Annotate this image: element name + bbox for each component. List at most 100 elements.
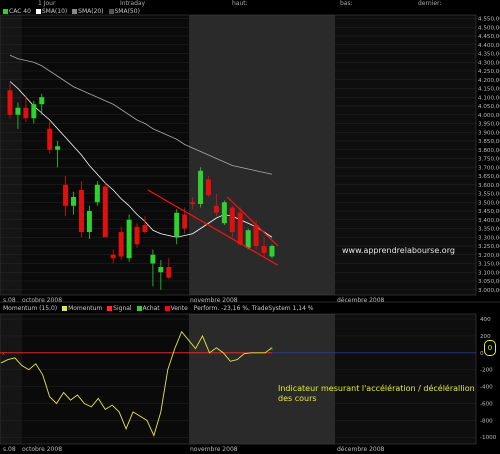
- price-tick-label: 3.650,00: [478, 174, 500, 180]
- candle-body: [78, 190, 84, 232]
- candle-body: [71, 197, 77, 206]
- price-tick-label: 3.050,00: [478, 279, 500, 285]
- price-tick-label: 3.000,00: [478, 288, 500, 294]
- xlabel-octobre-bottom: octobre 2008: [22, 446, 63, 453]
- candle-body: [213, 205, 219, 213]
- candle-body: [23, 107, 29, 119]
- price-tick-label: 3.350,00: [478, 227, 500, 233]
- candle-body: [86, 211, 92, 232]
- candle-body: [229, 207, 235, 232]
- momentum-tick-label: -200: [480, 368, 493, 374]
- xlabel-novembre-bottom: novembre 2008: [190, 446, 238, 453]
- price-tick-label: 4.200,00: [478, 78, 500, 84]
- region-octobre: [22, 15, 189, 295]
- candle-body: [261, 246, 267, 253]
- price-tick-label: 4.550,00: [478, 17, 500, 23]
- price-tick-label: 4.250,00: [478, 69, 500, 75]
- candle-body: [174, 212, 180, 238]
- legend-swatch-cac: [3, 9, 8, 14]
- legend-momentum: Momentum: [68, 305, 103, 312]
- momentum-end-mark: x: [270, 346, 273, 352]
- momentum-legend: Momentum (15,0) Momentum Signal Achat Ve…: [3, 305, 314, 313]
- candle-body: [269, 246, 275, 257]
- xlabel-s08-bottom: s.08: [3, 446, 16, 453]
- candle-body: [237, 212, 243, 245]
- candle-body: [55, 146, 61, 150]
- price-tick-label: 4.400,00: [478, 43, 500, 49]
- annotation-line-2: des cours: [278, 394, 317, 403]
- watermark: www.apprendrelabourse.org: [342, 246, 455, 255]
- xlabel-s08-top: s.08: [3, 297, 16, 304]
- price-tick-label: 3.200,00: [478, 253, 500, 259]
- price-tick-label: 4.450,00: [478, 34, 500, 40]
- legend-swatch-signal: [107, 306, 113, 311]
- price-tick-label: 4.100,00: [478, 95, 500, 101]
- candle-body: [150, 254, 156, 264]
- price-tick-label: 3.400,00: [478, 218, 500, 224]
- xlabel-decembre-bottom: décembre 2008: [337, 446, 385, 453]
- region-novembre: [189, 314, 335, 444]
- legend-achat: Achat: [142, 305, 160, 312]
- signal-start-mark: x: [2, 351, 5, 357]
- legend-sma20: SMA(20): [78, 8, 104, 15]
- candle-body: [205, 179, 211, 196]
- candle-body: [190, 202, 196, 204]
- region-octobre: [22, 314, 189, 444]
- chart-window: 1 Jour Intraday haut: bas: dernier: xx 4…: [0, 0, 500, 454]
- legend-sma50: SMA(50): [114, 8, 140, 15]
- candle-body: [110, 254, 116, 259]
- candle-body: [253, 225, 259, 246]
- momentum-tick-label: -800: [480, 418, 493, 424]
- legend-swatch-vente: [164, 306, 170, 311]
- candle-body: [15, 107, 21, 115]
- candle-body: [31, 104, 37, 119]
- legend-swatch-achat: [136, 306, 142, 311]
- legend-sma10: SMA(10): [41, 8, 68, 15]
- candle-body: [47, 128, 53, 150]
- xlabel-octobre-top: octobre 2008: [22, 297, 63, 304]
- price-tick-label: 3.700,00: [478, 165, 500, 171]
- price-tick-label: 3.750,00: [478, 157, 500, 163]
- legend-momentum-title: Momentum (15,0): [3, 305, 58, 312]
- price-tick-label: 3.450,00: [478, 209, 500, 215]
- candle-body: [126, 219, 132, 259]
- price-tick-label: 3.800,00: [478, 148, 500, 154]
- price-tick-label: 4.150,00: [478, 87, 500, 93]
- candle-body: [102, 186, 108, 238]
- price-tick-label: 4.300,00: [478, 60, 500, 66]
- candle-body: [39, 97, 45, 105]
- candle-body: [182, 214, 188, 229]
- candle-body: [63, 184, 69, 206]
- legend-swatch-sma20: [72, 9, 78, 14]
- price-tick-label: 3.950,00: [478, 122, 500, 128]
- price-tick-label: 4.050,00: [478, 104, 500, 110]
- legend-swatch-sma50: [108, 9, 114, 14]
- candle-body: [142, 225, 148, 232]
- zero-value-box[interactable]: 0: [484, 340, 496, 356]
- momentum-tick-label: 400: [480, 317, 491, 323]
- price-legend: CAC 40 SMA(10) SMA(20) SMA(50): [3, 8, 140, 16]
- candle-body: [166, 267, 172, 278]
- momentum-tick-label: -600: [480, 401, 493, 407]
- candle-body: [245, 230, 251, 248]
- price-tick-label: 3.500,00: [478, 200, 500, 206]
- momentum-tick-label: -1000: [480, 435, 497, 441]
- price-tick-label: 3.550,00: [478, 192, 500, 198]
- price-tick-label: 3.150,00: [478, 262, 500, 268]
- price-tick-label: 4.500,00: [478, 25, 500, 31]
- legend-perf: Perform. -23,16 %, TradeSystem 1,14 %: [193, 305, 314, 312]
- price-tick-label: 4.000,00: [478, 113, 500, 119]
- xlabel-novembre-top: novembre 2008: [190, 297, 238, 304]
- legend-cac: CAC 40: [9, 8, 31, 15]
- price-tick-label: 3.300,00: [478, 235, 500, 241]
- price-tick-label: 4.350,00: [478, 52, 500, 58]
- momentum-tick-label: -400: [480, 385, 493, 391]
- price-tick-label: 3.900,00: [478, 130, 500, 136]
- annotation-line-1: Indicateur mesurant l'accélération / déc…: [278, 384, 475, 393]
- price-tick-label: 3.600,00: [478, 183, 500, 189]
- legend-swatch-momentum: [62, 306, 68, 311]
- xlabel-decembre-top: décembre 2008: [337, 297, 385, 304]
- price-tick-label: 3.100,00: [478, 270, 500, 276]
- candle-body: [94, 184, 100, 203]
- candle-body: [198, 170, 204, 204]
